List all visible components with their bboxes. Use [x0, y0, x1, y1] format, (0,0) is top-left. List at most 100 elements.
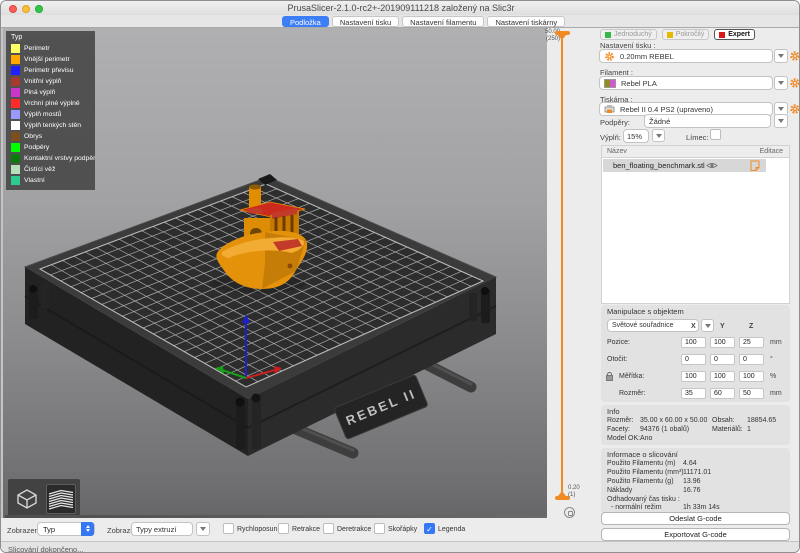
infill-label: Výplň: [600, 133, 621, 142]
statusbar: Slicování dokončeno... [1, 541, 800, 553]
filament-color-swatch [604, 79, 616, 88]
manipulation-input[interactable]: 100 [681, 371, 706, 382]
manipulation-input[interactable]: 60 [710, 388, 735, 399]
mode-color-icon [719, 32, 725, 38]
info-section: Info Rozměr: 35.00 x 60.00 x 50.00 Obsah… [601, 405, 790, 445]
checkbox-label: Retrakce [292, 526, 320, 533]
manipulation-input[interactable]: 100 [739, 371, 764, 382]
normal-mode-value: 1h 33m 14s [683, 504, 720, 511]
legend-item-label: Plná výplň [24, 89, 55, 96]
show-features-dropdown-button[interactable] [196, 522, 210, 536]
axis-y-header: Y [720, 323, 725, 330]
legend-color-swatch [11, 77, 20, 86]
mode-button-2[interactable]: Expert [714, 29, 755, 40]
layer-slider-track[interactable] [561, 34, 563, 498]
mode-color-icon [605, 32, 611, 38]
checkbox-label: Deretrakce [337, 526, 371, 533]
viewport-3d[interactable]: REBEL II Typ PerimetrVnější perimetrPeri… [1, 28, 547, 518]
coordinate-system-combo[interactable]: Světové souřadnice [607, 319, 699, 332]
checkbox-1[interactable] [278, 523, 289, 534]
edit-printer-gear-icon[interactable] [789, 103, 800, 115]
legend-item: Vrchní plné výplně [11, 98, 95, 109]
object-manipulation-section: Manipulace s objektem Světové souřadnice… [601, 305, 790, 402]
manipulation-input[interactable]: 25 [739, 337, 764, 348]
view-type-select[interactable]: Typ [37, 522, 95, 536]
show-features-combo[interactable]: Typy extruzí [131, 522, 193, 536]
print-settings-combo[interactable]: 0.20mm REBEL [599, 49, 773, 63]
filament-dropdown-button[interactable] [774, 76, 788, 90]
legend-color-swatch [11, 176, 20, 185]
eye-icon[interactable] [706, 161, 718, 170]
manipulation-row-label: Pozice: [607, 339, 630, 346]
axis-z-header: Z [749, 323, 753, 330]
checkbox-label: Legenda [438, 526, 465, 533]
legend-item: Kontaktní vrstvy podpěr [11, 153, 95, 164]
tab-1[interactable]: Nastavení tisku [332, 16, 399, 27]
legend-item: Podpěry [11, 142, 95, 153]
manipulation-input[interactable]: 35 [681, 388, 706, 399]
manipulation-row-label: Rozměr: [619, 390, 645, 397]
unit-label: ° [770, 356, 773, 363]
manipulation-input[interactable]: 100 [710, 371, 735, 382]
legend-item: Čistící věž [11, 164, 95, 175]
edit-filament-gear-icon[interactable] [789, 77, 800, 89]
3d-editor-view-button[interactable] [12, 484, 42, 514]
info-facets-label: Facety: [607, 426, 630, 433]
manipulation-row-label: Otočit: [607, 356, 627, 363]
manipulation-input[interactable]: 0 [710, 354, 735, 365]
legend-color-swatch [11, 88, 20, 97]
filament-combo[interactable]: Rebel PLA [599, 76, 773, 90]
filament-mm3-value: 11171.01 [683, 469, 711, 476]
send-gcode-button[interactable]: Odeslat G-code [601, 512, 790, 525]
mode-button-0[interactable]: Jednoduchý [600, 29, 657, 40]
legend-color-swatch [11, 154, 20, 163]
layer-slider-panel: 50.00(250) 0.20(1) [547, 28, 597, 518]
supports-label: Podpěry: [600, 118, 630, 127]
object-list-row[interactable]: ben_floating_benchmark.stl [603, 159, 766, 172]
checkbox-0[interactable] [223, 523, 234, 534]
tabbar: PodložkaNastavení tiskuNastavení filamen… [1, 15, 800, 28]
slicing-info-title: Informace o slicování [607, 450, 678, 459]
tab-3[interactable]: Nastavení tiskárny [487, 16, 565, 27]
chevron-down-icon [200, 527, 206, 531]
infill-combo[interactable]: 15% [623, 129, 649, 143]
object-name: ben_floating_benchmark.stl [613, 159, 705, 172]
supports-dropdown-button[interactable] [774, 114, 788, 128]
legend-item-label: Kontaktní vrstvy podpěr [24, 155, 95, 162]
chevron-down-icon [778, 107, 784, 111]
print-settings-dropdown-button[interactable] [774, 49, 788, 63]
tab-2[interactable]: Nastavení filamentu [402, 16, 484, 27]
info-materials-label: Materiálů: [712, 426, 743, 433]
preview-layers-view-button[interactable] [46, 484, 76, 514]
supports-combo[interactable]: Žádné [644, 114, 771, 128]
info-materials-value: 1 [747, 426, 751, 433]
edit-print-settings-gear-icon[interactable] [789, 50, 800, 62]
export-gcode-button[interactable]: Exportovat G-code [601, 528, 790, 541]
manipulation-input[interactable]: 50 [739, 388, 764, 399]
checkbox-2[interactable] [323, 523, 334, 534]
manipulation-input[interactable]: 0 [681, 354, 706, 365]
legend-item: Vlastní [11, 175, 95, 186]
filament-g-value: 13.96 [683, 478, 701, 485]
unit-label: % [770, 373, 776, 380]
coordinate-dropdown-button[interactable] [701, 319, 714, 332]
brim-checkbox[interactable] [710, 129, 721, 140]
checkbox-3[interactable] [374, 523, 385, 534]
mode-button-1[interactable]: Pokročilý [662, 29, 709, 40]
tab-0[interactable]: Podložka [282, 16, 329, 27]
object-list[interactable]: ben_floating_benchmark.stl [601, 157, 790, 304]
legend-item-label: Výplň mostů [24, 111, 61, 118]
mode-switcher: Jednoduchý Pokročilý Expert [597, 29, 755, 40]
layer-range-lock-icon[interactable] [564, 507, 575, 518]
legend-item-label: Čistící věž [24, 166, 55, 173]
manipulation-input[interactable]: 0 [739, 354, 764, 365]
manipulation-input[interactable]: 100 [681, 337, 706, 348]
slicing-info-section: Informace o slicování Použito Filamentu … [601, 448, 790, 514]
legend-color-swatch [11, 110, 20, 119]
manipulation-title: Manipulace s objektem [607, 307, 684, 316]
lock-icon[interactable] [606, 372, 613, 381]
edit-object-icon[interactable] [750, 160, 760, 171]
infill-dropdown-button[interactable] [652, 129, 665, 142]
manipulation-input[interactable]: 100 [710, 337, 735, 348]
checkbox-4[interactable]: ✓ [424, 523, 435, 534]
